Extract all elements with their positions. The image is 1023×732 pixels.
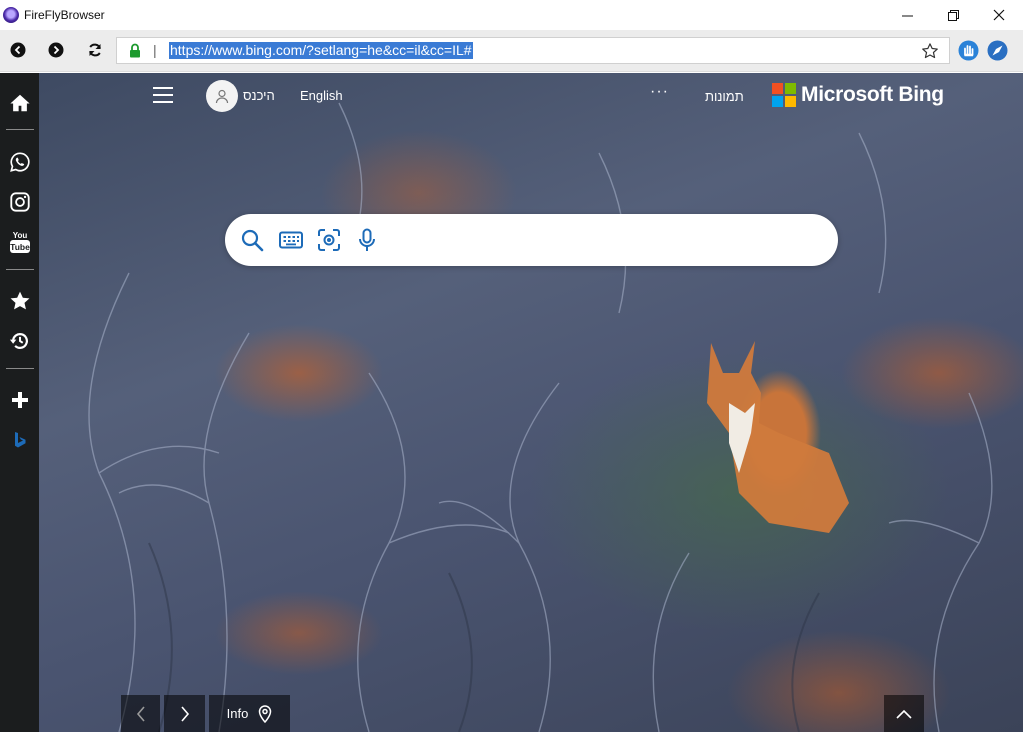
compass-extension-icon xyxy=(987,40,1008,61)
voice-search-button[interactable] xyxy=(354,227,380,253)
url-separator: | xyxy=(153,42,157,58)
signin-link[interactable]: היכנס xyxy=(243,88,275,103)
sidebar-item-bing[interactable] xyxy=(0,423,39,457)
title-bar: FireFlyBrowser xyxy=(0,0,1023,30)
sidebar-item-instagram[interactable] xyxy=(0,185,39,219)
hamburger-line xyxy=(153,87,173,89)
sidebar-item-history[interactable] xyxy=(0,324,39,358)
bookmark-star-icon[interactable] xyxy=(921,42,939,60)
whatsapp-icon xyxy=(9,152,30,172)
location-pin-icon xyxy=(259,704,272,723)
sidebar-item-add[interactable] xyxy=(0,383,39,417)
lock-icon xyxy=(130,43,140,58)
home-icon xyxy=(9,94,30,112)
forward-icon xyxy=(48,42,64,58)
sidebar-divider xyxy=(6,269,34,270)
visual-search-button[interactable] xyxy=(316,227,342,253)
previous-image-button[interactable] xyxy=(121,695,160,732)
app-logo-icon xyxy=(3,7,19,23)
next-image-button[interactable] xyxy=(164,695,205,732)
search-icon xyxy=(241,229,264,252)
hand-extension-button[interactable] xyxy=(958,40,979,66)
back-icon xyxy=(10,42,26,58)
hamburger-line xyxy=(153,94,173,96)
reload-button[interactable] xyxy=(85,40,105,60)
minimize-button[interactable] xyxy=(884,0,930,30)
sidebar-item-youtube[interactable]: You Tube xyxy=(0,225,39,259)
keyboard-icon xyxy=(279,231,303,249)
hamburger-line xyxy=(153,101,173,103)
image-info-button[interactable]: Info xyxy=(209,695,290,732)
history-icon xyxy=(9,333,28,349)
sidebar-item-whatsapp[interactable] xyxy=(0,145,39,179)
sidebar-item-home[interactable] xyxy=(0,86,39,120)
language-link[interactable]: English xyxy=(300,88,343,103)
reload-icon xyxy=(89,43,101,57)
svg-text:Tube: Tube xyxy=(10,242,30,252)
chevron-left-icon xyxy=(136,705,145,722)
more-menu-button[interactable]: ··· xyxy=(650,83,669,101)
forward-button[interactable] xyxy=(46,40,66,60)
address-bar[interactable]: | https://www.bing.com/?setlang=he&cc=il… xyxy=(116,37,950,64)
bing-header: היכנס English ··· תמונות Microsoft Bing xyxy=(39,73,1023,123)
logo-square-green xyxy=(785,83,796,94)
sidebar-item-favorites[interactable] xyxy=(0,284,39,318)
instagram-icon xyxy=(9,192,30,212)
browser-toolbar: | https://www.bing.com/?setlang=he&cc=il… xyxy=(0,30,1023,72)
sidebar-divider xyxy=(6,368,34,369)
search-button[interactable] xyxy=(239,227,265,253)
chevron-up-icon xyxy=(896,709,912,719)
scroll-up-button[interactable] xyxy=(884,695,924,732)
logo-square-yellow xyxy=(785,96,796,107)
url-text[interactable]: https://www.bing.com/?setlang=he&cc=il&c… xyxy=(169,42,473,59)
back-button[interactable] xyxy=(8,40,28,60)
keyboard-button[interactable] xyxy=(278,227,304,253)
logo-square-red xyxy=(772,83,783,94)
fox-shape xyxy=(707,341,849,533)
favorites-star-icon xyxy=(10,291,29,310)
microsoft-logo-icon xyxy=(772,83,796,107)
sidebar-divider xyxy=(6,129,34,130)
background-photo xyxy=(88,102,993,732)
brand-name[interactable]: Microsoft Bing xyxy=(801,83,944,107)
sidebar: You Tube xyxy=(0,73,39,732)
microphone-icon xyxy=(359,228,375,251)
hand-extension-icon xyxy=(958,40,979,61)
minimize-icon xyxy=(901,15,913,16)
images-link[interactable]: תמונות xyxy=(705,89,744,104)
user-icon xyxy=(215,89,229,104)
restore-icon xyxy=(947,9,959,21)
window-title: FireFlyBrowser xyxy=(24,8,105,22)
web-content: היכנס English ··· תמונות Microsoft Bing xyxy=(39,73,1023,732)
visual-search-icon xyxy=(318,229,340,251)
maximize-button[interactable] xyxy=(930,0,976,30)
avatar[interactable] xyxy=(206,80,238,112)
add-icon xyxy=(11,392,28,408)
search-input[interactable] xyxy=(225,214,838,266)
logo-square-blue xyxy=(772,96,783,107)
menu-button[interactable] xyxy=(153,87,173,103)
close-button[interactable] xyxy=(976,0,1022,30)
bing-icon xyxy=(14,432,25,448)
chevron-right-icon xyxy=(180,705,189,722)
compass-extension-button[interactable] xyxy=(987,40,1008,66)
close-icon xyxy=(993,9,1005,21)
youtube-icon: You Tube xyxy=(9,231,30,253)
svg-text:You: You xyxy=(12,231,27,240)
info-label: Info xyxy=(226,706,249,721)
